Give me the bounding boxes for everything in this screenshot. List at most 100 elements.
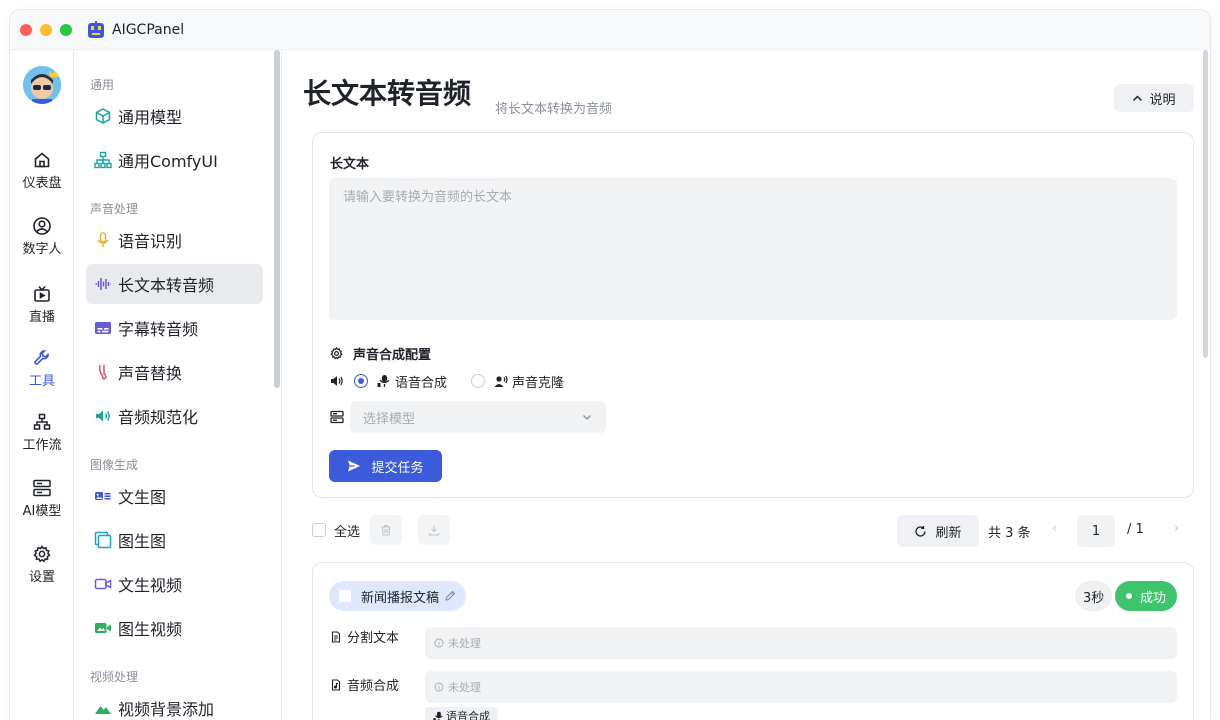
document-icon: [331, 630, 341, 643]
rail-label-settings: 设置: [28, 570, 55, 585]
rail-item-dashboard[interactable]: 仪表盘: [10, 150, 74, 191]
menu-item-label: 图生图: [118, 532, 167, 551]
app-title: AIGCPanel: [112, 22, 185, 38]
app-window: AIGCPanel 仪表盘 数字人 直播 工具 工作流 AI模型 设置 通用 通…: [10, 10, 1210, 720]
menu-item-general-model[interactable]: 通用模型: [86, 96, 263, 136]
menu-group-audio: 声音处理: [90, 202, 139, 216]
menu-item-label: 视频背景添加: [118, 700, 215, 719]
menu-item-text-to-video[interactable]: 文生视频: [86, 564, 263, 604]
rail-item-digital-human[interactable]: 数字人: [10, 216, 74, 257]
status-dot: [1125, 593, 1132, 599]
gear-icon: [33, 545, 51, 563]
menu-item-label: 通用模型: [118, 108, 183, 127]
tools-menu: 通用 通用模型 通用ComfyUI 声音处理 语音识别 长文本转音频 字幕转音频…: [74, 50, 282, 720]
user-circle-icon: [33, 217, 51, 235]
download-button[interactable]: [418, 515, 450, 545]
refresh-icon: [915, 525, 927, 537]
model-select[interactable]: 选择模型: [350, 401, 606, 433]
submit-task-button[interactable]: 提交任务: [329, 450, 442, 482]
long-text-input[interactable]: [329, 178, 1177, 320]
menu-item-audio-normalize[interactable]: 音频规范化: [86, 396, 263, 436]
menu-item-speech-recognition[interactable]: 语音识别: [86, 220, 263, 260]
maximize-window-button[interactable]: [60, 24, 72, 36]
explain-button[interactable]: 说明: [1114, 84, 1194, 112]
radio-tts[interactable]: 语音合成: [354, 372, 447, 391]
menu-item-label: 图生视频: [118, 620, 183, 639]
model-select-placeholder: 选择模型: [363, 411, 416, 427]
hierarchy-icon: [94, 151, 112, 169]
rail-item-tools[interactable]: 工具: [10, 348, 74, 389]
page-number-input[interactable]: [1077, 515, 1115, 547]
server-icon: [330, 410, 344, 424]
menu-item-long-text-to-audio[interactable]: 长文本转音频: [86, 264, 263, 304]
main-scrollbar[interactable]: [1203, 50, 1208, 358]
chevron-up-icon: [1133, 94, 1143, 101]
radio-tts-dot[interactable]: [354, 374, 368, 388]
step-split-text-label: 分割文本: [330, 627, 399, 646]
radio-voice-clone-dot[interactable]: [471, 374, 486, 388]
title-bar: AIGCPanel: [10, 10, 1210, 50]
menu-item-image-to-video[interactable]: 图生视频: [86, 608, 263, 648]
rail-label-live: 直播: [28, 310, 55, 325]
tv-icon: [34, 285, 50, 302]
rail-item-workflow[interactable]: 工作流: [10, 412, 74, 453]
select-all-checkbox[interactable]: [312, 523, 326, 537]
total-count: 共 3 条: [988, 526, 1031, 541]
mountain-icon: [95, 706, 111, 714]
menu-item-text-to-image[interactable]: 文生图: [86, 476, 263, 516]
radio-voice-clone[interactable]: 声音克隆: [471, 372, 564, 391]
close-window-button[interactable]: [20, 24, 32, 36]
menu-item-label: 声音替换: [118, 364, 183, 383]
subtitle-icon: [95, 322, 111, 334]
send-icon: [348, 460, 361, 472]
voice-synthesis-icon: [377, 375, 390, 387]
menu-item-label: 通用ComfyUI: [118, 152, 218, 171]
next-page-button[interactable]: ›: [1174, 521, 1179, 536]
image-layers-icon: [94, 531, 112, 549]
voice-config-title-text: 声音合成配置: [353, 348, 432, 363]
menu-item-label: 语音识别: [118, 232, 183, 251]
voice-synthesis-icon: [433, 711, 443, 720]
task-name: 新闻播报文稿: [361, 590, 440, 606]
wrench-icon: [34, 350, 49, 365]
step-label-text: 分割文本: [347, 631, 400, 646]
refresh-button[interactable]: 刷新: [897, 515, 979, 547]
delete-button[interactable]: [370, 515, 402, 545]
info-icon: [434, 682, 444, 692]
select-all-label[interactable]: 全选: [334, 521, 360, 540]
menu-group-image: 图像生成: [90, 458, 139, 472]
task-checkbox[interactable]: [339, 590, 351, 602]
edit-pencil-icon[interactable]: [444, 590, 456, 602]
primary-sidebar: 仪表盘 数字人 直播 工具 工作流 AI模型 设置: [10, 50, 74, 720]
menu-item-image-to-image[interactable]: 图生图: [86, 520, 263, 560]
rail-label-dashboard: 仪表盘: [22, 176, 62, 191]
voice-replace-icon: [98, 364, 107, 380]
task-name-tag[interactable]: 新闻播报文稿: [329, 581, 467, 611]
avatar-image-icon: [23, 66, 61, 104]
submit-task-label: 提交任务: [371, 460, 424, 476]
prev-page-button[interactable]: ‹: [1052, 521, 1057, 536]
rail-item-live[interactable]: 直播: [10, 284, 74, 325]
workflow-icon: [33, 413, 51, 430]
chevron-down-icon: [583, 415, 591, 420]
trash-icon: [381, 524, 391, 536]
video-camera-icon: [94, 578, 112, 590]
home-icon: [34, 152, 50, 168]
menu-scrollbar[interactable]: [274, 50, 280, 388]
menu-item-video-background[interactable]: 视频背景添加: [86, 688, 263, 720]
task-duration-badge: 3秒: [1075, 581, 1113, 611]
page-title: 长文本转音频: [303, 77, 472, 110]
menu-item-label: 字幕转音频: [118, 320, 199, 339]
rail-item-ai-model[interactable]: AI模型: [10, 478, 74, 519]
menu-item-subtitle-to-audio[interactable]: 字幕转音频: [86, 308, 263, 348]
minimize-window-button[interactable]: [40, 24, 52, 36]
rail-item-settings[interactable]: 设置: [10, 544, 74, 585]
step-split-text-status: 未处理: [425, 627, 1177, 659]
menu-item-voice-replace[interactable]: 声音替换: [86, 352, 263, 392]
synthesis-type-tag: 语音合成: [425, 707, 498, 720]
avatar[interactable]: [23, 66, 61, 104]
menu-group-video: 视频处理: [90, 670, 139, 684]
download-icon: [428, 525, 440, 536]
step-value-text: 未处理: [448, 681, 481, 694]
menu-item-general-comfyui[interactable]: 通用ComfyUI: [86, 140, 263, 180]
